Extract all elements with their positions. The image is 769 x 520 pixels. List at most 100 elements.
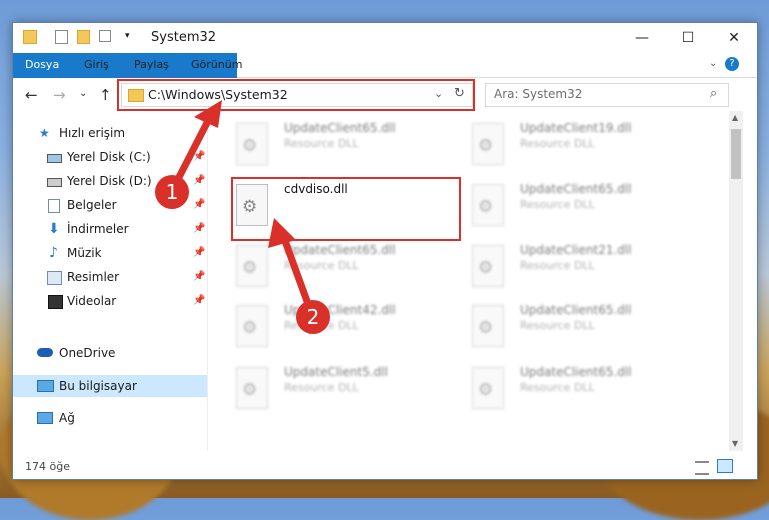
file-view: ⚙ UpdateClient65.dll Resource DLL ⚙ Upda…: [208, 111, 728, 451]
minimize-button[interactable]: —: [619, 23, 665, 53]
sidebar-item-label: Hızlı erişim: [59, 126, 126, 140]
title-bar: ▾ System32 — ☐ ✕: [13, 23, 757, 53]
sidebar-item-label: Ağ: [59, 411, 75, 425]
gear-icon: ⚙: [242, 318, 258, 338]
vertical-scrollbar[interactable]: ▲ ▼: [729, 111, 743, 451]
step-2-badge: 2: [296, 300, 330, 334]
sidebar-item-label: İndirmeler: [67, 222, 129, 236]
tab-share[interactable]: Paylaş: [134, 53, 169, 77]
drive-icon: [47, 154, 62, 163]
dll-file-icon: ⚙: [472, 123, 504, 165]
file-item[interactable]: ⚙ UpdateClient5.dll Resource DLL: [208, 361, 408, 413]
gear-icon: ⚙: [478, 318, 494, 338]
new-folder-icon[interactable]: [77, 30, 90, 44]
folder-icon: [23, 30, 37, 44]
search-icon[interactable]: ⌕: [710, 86, 717, 101]
file-item[interactable]: ⚙ UpdateClient21.dll Resource DLL: [444, 239, 644, 291]
scrollbar-thumb[interactable]: [731, 129, 741, 179]
sidebar-item-label: Videolar: [67, 294, 117, 308]
help-icon[interactable]: ?: [725, 57, 739, 71]
dll-file-icon: ⚙: [472, 305, 504, 347]
sidebar-item-music[interactable]: ♪ Müzik 📌: [13, 242, 207, 264]
file-item[interactable]: ⚙ UpdateClient19.dll Resource DLL: [444, 117, 644, 169]
file-item[interactable]: ⚙ UpdateClient65.dll Resource DLL: [208, 117, 408, 169]
gear-icon: ⚙: [478, 258, 494, 278]
pin-icon[interactable]: 📌: [193, 170, 205, 192]
sidebar-item-quick-access[interactable]: ★ Hızlı erişim: [13, 122, 207, 144]
file-highlight: [231, 177, 461, 241]
sidebar-item-downloads[interactable]: ⬇ İndirmeler 📌: [13, 218, 207, 240]
sidebar-item-label: Yerel Disk (D:): [67, 174, 152, 188]
sidebar-item-local-disk-c[interactable]: Yerel Disk (C:) 📌: [13, 146, 207, 168]
file-name: UpdateClient5.dll: [284, 365, 388, 379]
gear-icon: ⚙: [478, 197, 494, 217]
maximize-button[interactable]: ☐: [665, 23, 711, 53]
pin-icon[interactable]: 📌: [193, 266, 205, 288]
pin-icon[interactable]: 📌: [193, 290, 205, 312]
picture-icon: [47, 271, 62, 285]
search-input[interactable]: Ara: System32: [494, 87, 582, 101]
sidebar-item-pictures[interactable]: Resimler 📌: [13, 266, 207, 288]
expand-ribbon-icon[interactable]: ⌄: [709, 58, 717, 69]
sidebar-item-this-pc[interactable]: Bu bilgisayar: [13, 375, 207, 397]
file-item[interactable]: ⚙ UpdateClient65.dll Resource DLL: [444, 178, 644, 230]
file-type: Resource DLL: [520, 319, 595, 332]
file-type: Resource DLL: [520, 198, 595, 211]
pin-icon[interactable]: 📌: [193, 218, 205, 240]
recent-locations-icon[interactable]: ⌄: [79, 88, 87, 99]
file-name: UpdateClient65.dll: [520, 182, 632, 196]
gear-icon: ⚙: [242, 136, 258, 156]
sidebar-item-label: Yerel Disk (C:): [67, 150, 151, 164]
search-box[interactable]: Ara: System32 ⌕: [485, 83, 729, 107]
file-item[interactable]: ⚙ UpdateClient65.dll Resource DLL: [444, 299, 644, 351]
status-bar: 174 öğe: [13, 453, 757, 479]
pin-icon[interactable]: 📌: [193, 242, 205, 264]
file-name: UpdateClient65.dll: [520, 303, 632, 317]
scroll-down-icon[interactable]: ▼: [732, 439, 738, 448]
customize-icon[interactable]: [99, 30, 111, 42]
dll-file-icon: ⚙: [236, 305, 268, 347]
sidebar-item-network[interactable]: Ağ: [13, 407, 207, 429]
network-icon: [37, 412, 53, 424]
file-type: Resource DLL: [520, 381, 595, 394]
dll-file-icon: ⚙: [236, 245, 268, 287]
document-icon: [48, 199, 60, 213]
file-type: Resource DLL: [284, 137, 359, 150]
close-button[interactable]: ✕: [711, 23, 757, 53]
window-title: System32: [151, 30, 217, 45]
computer-icon: [37, 380, 54, 392]
file-item[interactable]: ⚙ UpdateClient65.dll Resource DLL: [444, 361, 644, 413]
file-type: Resource DLL: [284, 381, 359, 394]
tab-home[interactable]: Giriş: [84, 53, 109, 77]
up-icon[interactable]: ↑: [99, 86, 112, 104]
download-icon: ⬇: [48, 221, 60, 237]
sidebar-item-onedrive[interactable]: OneDrive: [13, 342, 207, 364]
file-name: UpdateClient19.dll: [520, 121, 632, 135]
file-item[interactable]: ⚙ UpdateClient65.dll Resource DLL: [208, 239, 408, 291]
dll-file-icon: ⚙: [472, 367, 504, 409]
scroll-up-icon[interactable]: ▲: [732, 113, 738, 122]
gear-icon: ⚙: [478, 380, 494, 400]
properties-icon[interactable]: [55, 30, 68, 44]
toolbar-dropdown-icon[interactable]: ▾: [125, 31, 139, 45]
gear-icon: ⚙: [478, 136, 494, 156]
sidebar-item-videos[interactable]: Videolar 📌: [13, 290, 207, 312]
back-icon[interactable]: ←: [25, 86, 38, 104]
large-icons-view-icon[interactable]: [717, 459, 733, 473]
sidebar-item-label: OneDrive: [59, 346, 116, 360]
pin-icon[interactable]: 📌: [193, 194, 205, 216]
forward-icon[interactable]: →: [53, 86, 66, 104]
file-name: UpdateClient65.dll: [520, 365, 632, 379]
video-icon: [48, 295, 63, 309]
tab-view[interactable]: Görünüm: [191, 53, 242, 77]
drive-icon: [47, 178, 62, 187]
details-view-icon[interactable]: [695, 461, 709, 475]
music-icon: ♪: [49, 245, 58, 261]
file-name: UpdateClient65.dll: [284, 121, 396, 135]
navigation-pane: ★ Hızlı erişim Yerel Disk (C:) 📌 Yerel D…: [13, 111, 208, 451]
sidebar-item-label: Müzik: [67, 246, 102, 260]
pin-icon[interactable]: 📌: [193, 146, 205, 168]
cloud-icon: [37, 348, 53, 357]
ribbon-tabs: Dosya Giriş Paylaş Görünüm ⌄ ?: [13, 53, 757, 105]
star-icon: ★: [39, 126, 50, 140]
